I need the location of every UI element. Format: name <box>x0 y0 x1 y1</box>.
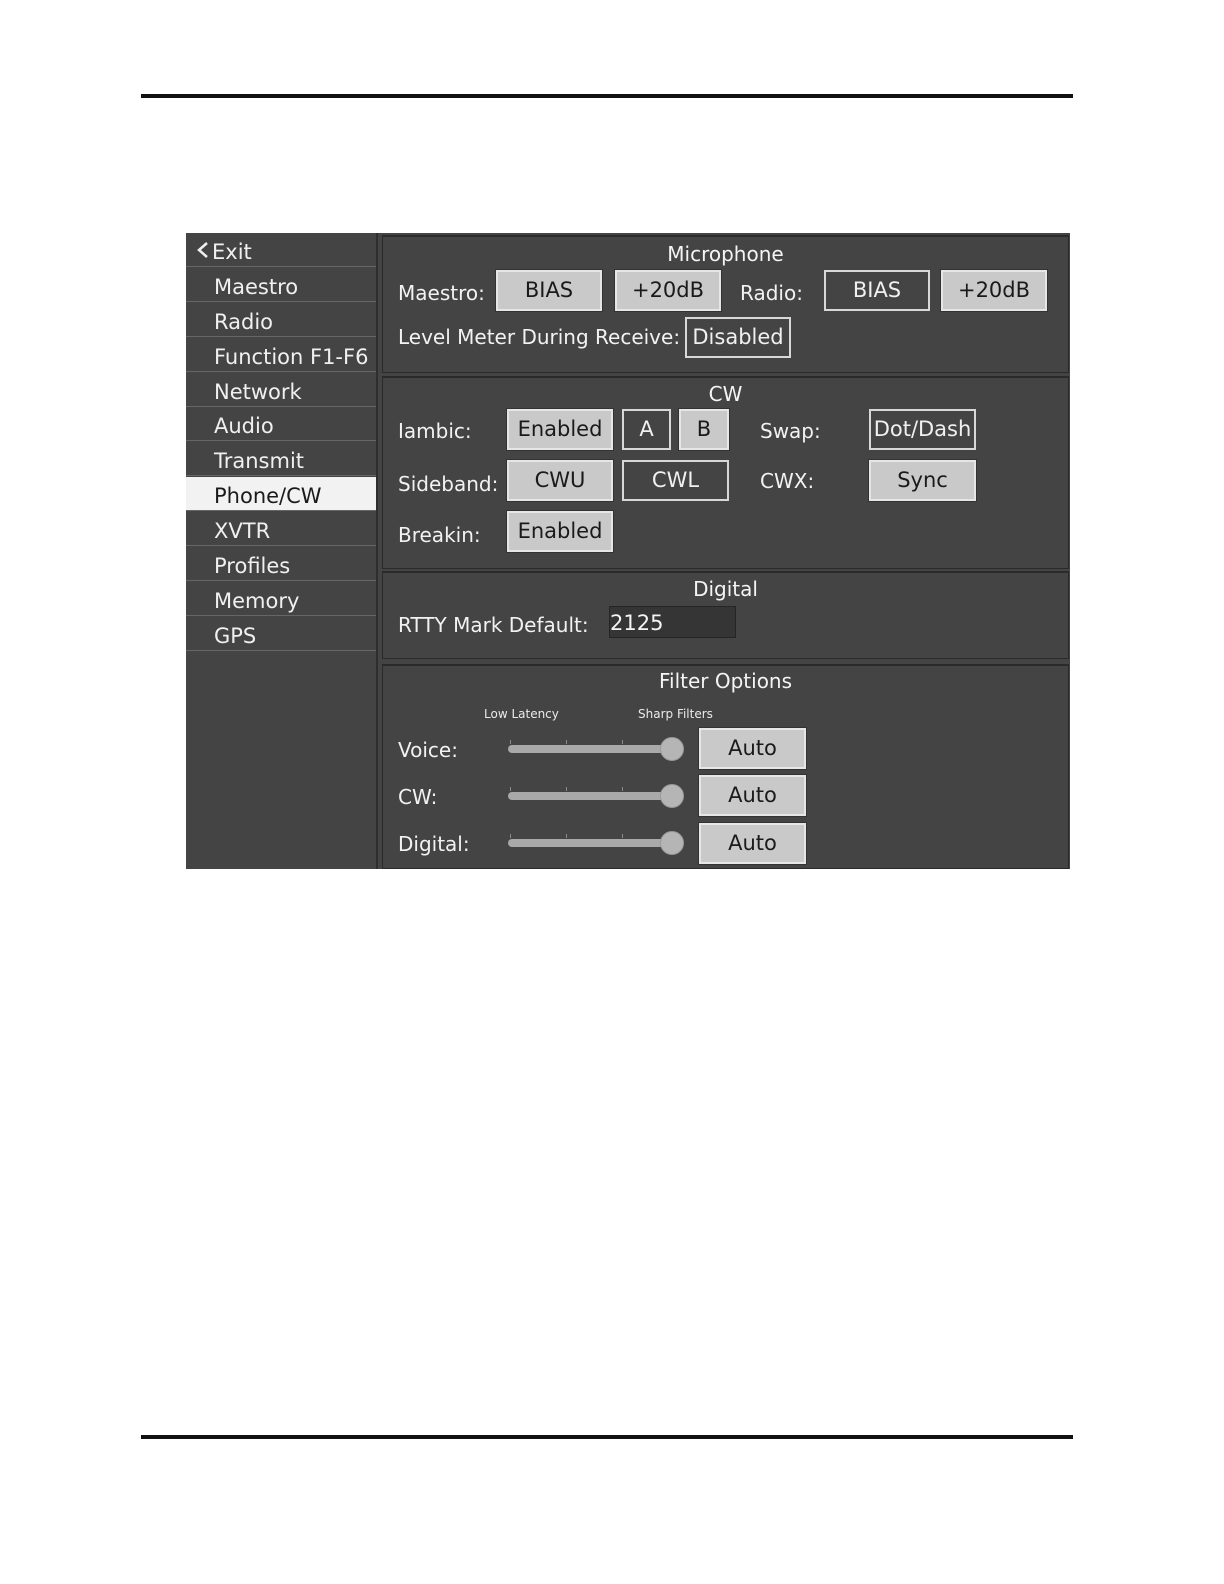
swap-label: Swap: <box>760 419 821 443</box>
low-latency-label: Low Latency <box>484 707 559 721</box>
rtty-mark-input[interactable]: 2125 <box>609 606 736 638</box>
digital-filter-label: Digital: <box>398 832 470 856</box>
voice-filter-slider[interactable] <box>508 737 684 761</box>
sideband-cwu-button[interactable]: CWU <box>506 459 614 502</box>
exit-label: Exit <box>212 240 252 264</box>
radio-bias-button[interactable]: BIAS <box>824 270 930 311</box>
voice-filter-label: Voice: <box>398 738 458 762</box>
slider-tick <box>510 740 511 744</box>
iambic-label: Iambic: <box>398 419 472 443</box>
filter-options-title: Filter Options <box>658 669 793 693</box>
rtty-mark-label: RTTY Mark Default: <box>398 613 589 637</box>
sidebar: Exit Maestro Radio Function F1-F6 Networ… <box>186 233 378 869</box>
iambic-a-button[interactable]: A <box>622 409 671 450</box>
digital-filter-slider[interactable] <box>508 831 684 855</box>
swap-dot-dash-button[interactable]: Dot/Dash <box>869 409 976 450</box>
sharp-filters-label: Sharp Filters <box>638 707 713 721</box>
microphone-panel: Microphone Maestro: BIAS +20dB Radio: BI… <box>382 235 1069 373</box>
slider-tick <box>566 787 567 791</box>
sidebar-item-xvtr[interactable]: XVTR <box>186 512 376 546</box>
slider-knob[interactable] <box>660 737 684 761</box>
breakin-enabled-button[interactable]: Enabled <box>506 510 614 553</box>
slider-tick <box>622 740 623 744</box>
cw-filter-slider[interactable] <box>508 784 684 808</box>
iambic-enabled-button[interactable]: Enabled <box>506 408 614 451</box>
sideband-cwl-button[interactable]: CWL <box>622 460 729 501</box>
sidebar-item-audio[interactable]: Audio <box>186 407 376 441</box>
sidebar-item-maestro[interactable]: Maestro <box>186 268 376 302</box>
maestro-bias-button[interactable]: BIAS <box>495 269 603 312</box>
slider-track <box>508 745 678 753</box>
digital-auto-button[interactable]: Auto <box>698 822 807 865</box>
cw-filter-label: CW: <box>398 785 438 809</box>
top-rule <box>141 94 1073 98</box>
slider-tick <box>622 787 623 791</box>
level-meter-label: Level Meter During Receive: <box>398 325 681 349</box>
exit-button[interactable]: Exit <box>186 233 376 267</box>
chevron-left-icon <box>197 242 208 258</box>
cwx-label: CWX: <box>760 469 815 493</box>
sidebar-item-profiles[interactable]: Profiles <box>186 547 376 581</box>
sidebar-item-network[interactable]: Network <box>186 373 376 407</box>
sidebar-item-memory[interactable]: Memory <box>186 582 376 616</box>
microphone-title: Microphone <box>667 242 784 266</box>
breakin-label: Breakin: <box>398 523 481 547</box>
maestro-label: Maestro: <box>398 281 485 305</box>
slider-tick <box>622 834 623 838</box>
voice-auto-button[interactable]: Auto <box>698 727 807 770</box>
sidebar-item-radio[interactable]: Radio <box>186 303 376 337</box>
digital-panel: Digital RTTY Mark Default: 2125 <box>382 571 1069 659</box>
digital-title: Digital <box>693 577 758 601</box>
iambic-b-button[interactable]: B <box>678 408 730 451</box>
slider-track <box>508 792 678 800</box>
level-meter-button[interactable]: Disabled <box>685 317 791 358</box>
sidebar-item-function[interactable]: Function F1-F6 <box>186 338 376 372</box>
maestro-20db-button[interactable]: +20dB <box>614 269 722 312</box>
slider-tick <box>566 834 567 838</box>
sidebar-item-gps[interactable]: GPS <box>186 617 376 651</box>
radio-label: Radio: <box>740 281 803 305</box>
slider-track <box>508 839 678 847</box>
cwx-sync-button[interactable]: Sync <box>868 459 977 502</box>
cw-auto-button[interactable]: Auto <box>698 774 807 817</box>
slider-knob[interactable] <box>660 831 684 855</box>
slider-knob[interactable] <box>660 784 684 808</box>
radio-20db-button[interactable]: +20dB <box>940 269 1048 312</box>
sidebar-item-transmit[interactable]: Transmit <box>186 442 376 476</box>
slider-tick <box>510 787 511 791</box>
sidebar-item-phone-cw[interactable]: Phone/CW <box>186 477 376 511</box>
slider-tick <box>566 740 567 744</box>
slider-tick <box>510 834 511 838</box>
cw-title: CW <box>708 382 743 406</box>
settings-window: Exit Maestro Radio Function F1-F6 Networ… <box>186 233 1070 869</box>
filter-options-panel: Filter Options Low Latency Sharp Filters… <box>382 664 1069 869</box>
cw-panel: CW Iambic: Enabled A B Swap: Dot/Dash Si… <box>382 376 1069 569</box>
sideband-label: Sideband: <box>398 472 499 496</box>
bottom-rule <box>141 1435 1073 1439</box>
